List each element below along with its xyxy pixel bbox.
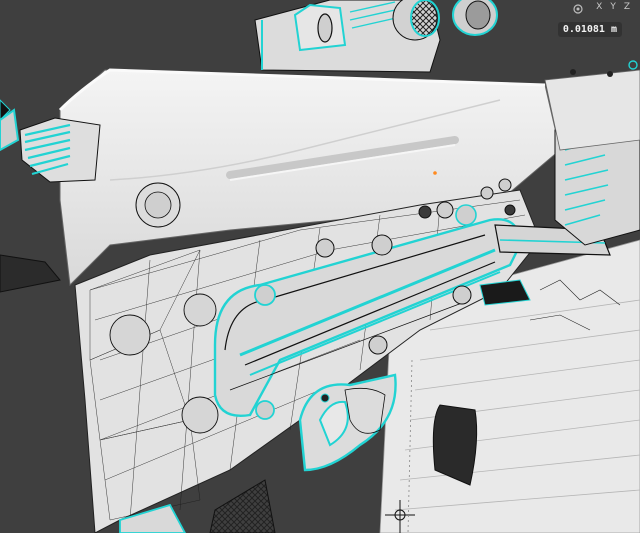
top-sight-mesh[interactable]	[254, 0, 498, 73]
bolt[interactable]	[183, 293, 217, 327]
bolt[interactable]	[498, 178, 512, 192]
bolt[interactable]	[452, 285, 472, 305]
bolt[interactable]	[371, 234, 393, 256]
bolt-large[interactable]	[135, 182, 181, 228]
measurement-readout: 0.01081 m	[557, 22, 622, 37]
3d-viewport[interactable]: X Y Z 0.01081 m	[0, 0, 640, 533]
move-gizmo-icon[interactable]	[572, 0, 584, 14]
viewport-axis-header: X Y Z	[573, 0, 632, 14]
mesh-scene[interactable]	[0, 0, 640, 533]
bolt[interactable]	[480, 186, 494, 200]
axis-z-label[interactable]: Z	[622, 1, 632, 13]
axis-y-label[interactable]: Y	[608, 1, 618, 13]
bolt[interactable]	[254, 284, 276, 306]
bolt[interactable]	[255, 400, 275, 420]
bolt[interactable]	[418, 205, 432, 219]
bolt[interactable]	[109, 314, 151, 356]
bolt[interactable]	[368, 335, 388, 355]
bolt[interactable]	[455, 204, 477, 226]
bolt[interactable]	[181, 396, 219, 434]
bolt[interactable]	[504, 204, 516, 216]
bolt[interactable]	[315, 238, 335, 258]
origin-marker	[433, 171, 437, 175]
bolt[interactable]	[436, 201, 454, 219]
rear-cap-mesh[interactable]	[544, 60, 640, 246]
axis-x-label[interactable]: X	[594, 1, 604, 13]
